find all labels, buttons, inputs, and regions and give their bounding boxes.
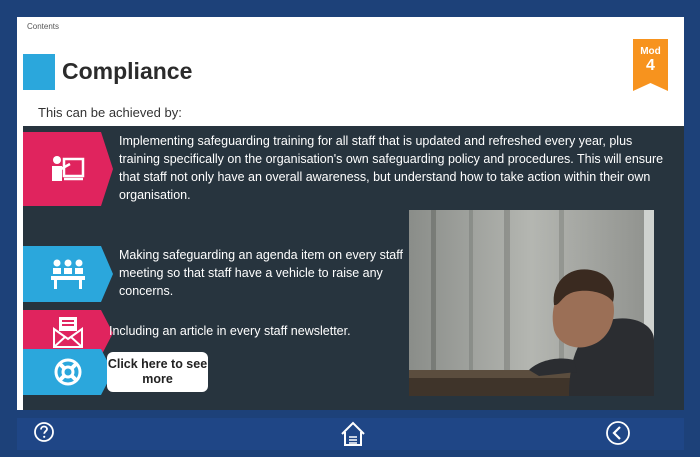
content-panel: Implementing safeguarding training for a… [23,126,684,410]
module-badge-number: 4 [646,57,655,74]
bullet-3-text: Including an article in every staff news… [109,324,351,338]
intro-text: This can be achieved by: [38,105,182,120]
footer-nav-bar [17,418,684,450]
page-title: Compliance [62,58,193,84]
lifebuoy-icon [53,357,83,392]
back-arrow-icon[interactable] [605,420,631,451]
bullet-1-text: Implementing safeguarding training for a… [119,134,664,202]
see-more-button[interactable]: Click here to see more [107,352,208,392]
see-more-chevron[interactable] [23,349,113,395]
module-badge-label: Mod [640,46,661,57]
photo-man-at-window [409,210,654,396]
module-badge: Mod 4 [633,39,668,91]
help-icon[interactable] [33,421,55,448]
bullet-2-text: Making safeguarding an agenda item on ev… [119,248,403,298]
home-icon[interactable] [339,420,367,453]
title-accent-bar [23,54,55,90]
bullet-2-chevron [23,246,113,302]
content-page: Contents Compliance Mod 4 This can be ac… [17,17,684,410]
bullet-1-chevron [23,132,113,206]
breadcrumb[interactable]: Contents [27,22,59,31]
